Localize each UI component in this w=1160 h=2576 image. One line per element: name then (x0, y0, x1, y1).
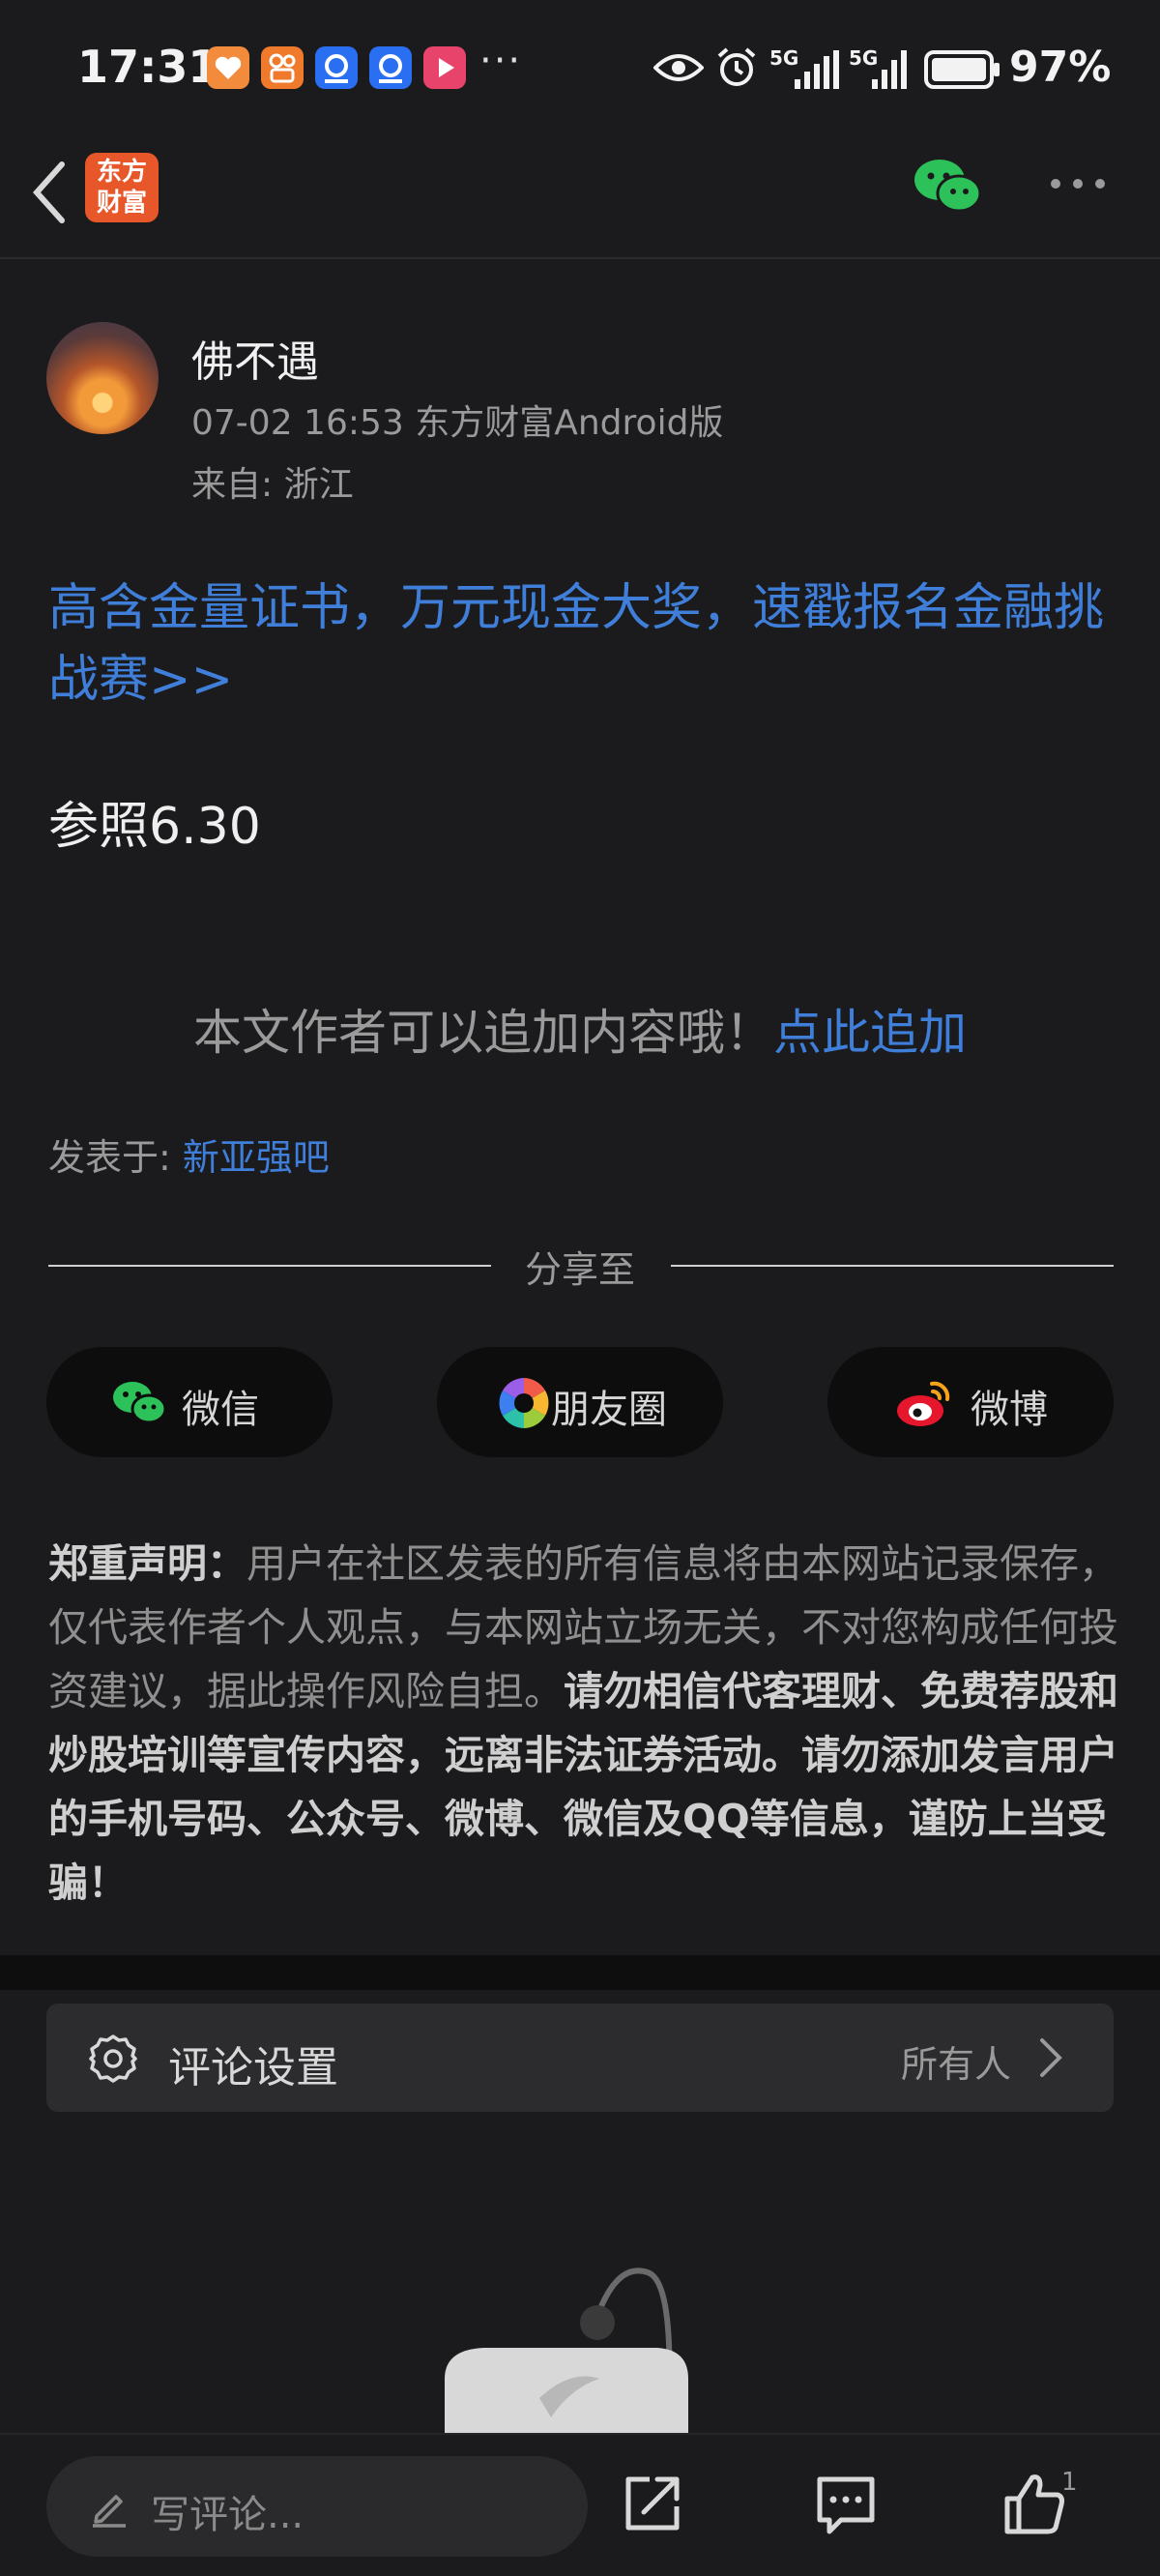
share-label: 朋友圈 (551, 1388, 667, 1432)
post-location: 来自: 浙江 (191, 465, 354, 505)
append-hint: 本文作者可以追加内容哦！点此追加 (0, 994, 1160, 1064)
empty-comments-illustration (445, 2268, 688, 2437)
bottom-bar: 写评论... 1 (0, 2433, 1160, 2576)
share-weibo-button[interactable]: 微博 (827, 1347, 1114, 1457)
video-app-icon (423, 46, 466, 89)
append-text: 本文作者可以追加内容哦！ (193, 1005, 773, 1061)
app-logo: 东方 财富 (85, 153, 159, 222)
share-wechat-button[interactable]: 微信 (46, 1347, 333, 1457)
status-more: ··· (479, 39, 523, 83)
logo-text: 东方 (96, 158, 147, 187)
comment-icon[interactable] (812, 2470, 880, 2537)
post-body: 参照6.30 (48, 798, 261, 856)
comment-settings-label: 评论设置 (168, 2043, 338, 2093)
posted-in: 发表于: 新亚强吧 (48, 1127, 330, 1181)
browser-app-icon (315, 46, 358, 89)
share-label: 微信 (182, 1388, 259, 1432)
more-icon[interactable] (1048, 174, 1108, 193)
like-count: 1 (1061, 2468, 1078, 2497)
pencil-icon (93, 2495, 126, 2528)
wechat-icon (113, 1382, 167, 1424)
author-name[interactable]: 佛不遇 (191, 327, 319, 389)
avatar[interactable] (46, 322, 159, 434)
browser-app-icon (369, 46, 412, 89)
post-meta: 07-02 16:53 东方财富Android版 (191, 403, 724, 443)
append-link[interactable]: 点此追加 (773, 1005, 967, 1061)
signal-icon (795, 50, 839, 89)
comment-placeholder: 写评论... (151, 2493, 304, 2537)
comment-settings-row[interactable]: 评论设置 所有人 (46, 2004, 1114, 2112)
divider (671, 1265, 1114, 1267)
status-time: 17:31 (77, 41, 219, 93)
section-divider (0, 1955, 1160, 1990)
share-label: 微博 (971, 1388, 1048, 1432)
battery-percent: 97% (1009, 43, 1112, 92)
disclaimer-colon: ： (207, 1540, 246, 1587)
wechat-icon[interactable] (913, 157, 982, 217)
like-icon[interactable] (1000, 2470, 1067, 2537)
status-bar: 17:31 ··· 5G 5G 97% (0, 0, 1160, 145)
promo-link[interactable]: 高含金量证书，万元现金大奖，速戳报名金融挑战赛>> (48, 572, 1121, 716)
moments-icon (499, 1378, 549, 1428)
chevron-right-icon (1040, 2038, 1062, 2077)
share-icon[interactable] (619, 2470, 686, 2537)
battery-icon (924, 50, 1000, 89)
comment-settings-value: 所有人 (900, 2043, 1011, 2086)
comment-input[interactable]: 写评论... (46, 2456, 588, 2557)
heart-app-icon (207, 46, 249, 89)
kuaishou-app-icon (261, 46, 304, 89)
back-icon[interactable] (25, 159, 73, 226)
posted-in-label: 发表于: (48, 1136, 183, 1179)
weibo-icon (897, 1381, 950, 1426)
logo-text: 财富 (96, 189, 147, 218)
gear-icon (89, 2034, 137, 2083)
disclaimer: 郑重声明：用户在社区发表的所有信息将由本网站记录保存，仅代表作者个人观点，与本网… (48, 1532, 1121, 1915)
share-moments-button[interactable]: 朋友圈 (437, 1347, 723, 1457)
eye-icon (653, 54, 704, 81)
forum-link[interactable]: 新亚强吧 (183, 1136, 330, 1179)
disclaimer-title: 郑重声明 (48, 1540, 207, 1587)
top-nav: 东方 财富 (0, 145, 1160, 259)
signal-icon (872, 50, 907, 89)
alarm-icon (717, 47, 756, 86)
